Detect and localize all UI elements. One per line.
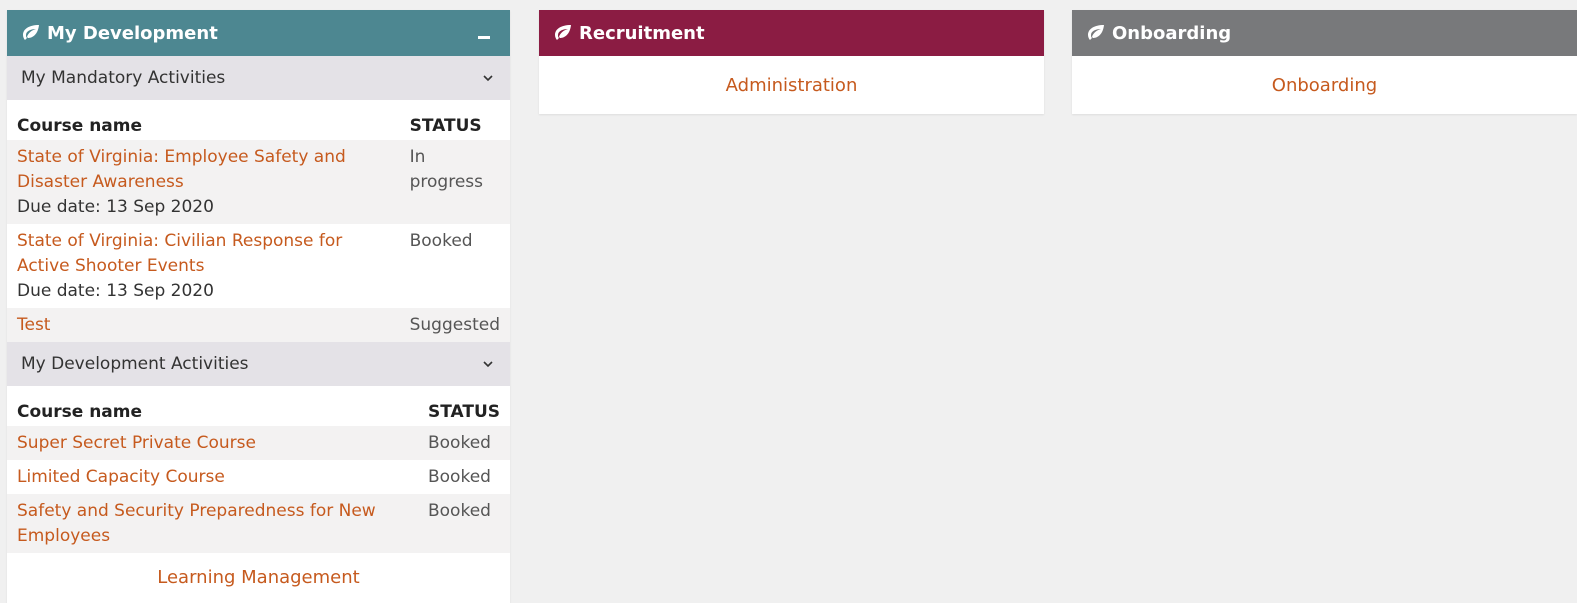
my-development-panel: My Development My Mandatory Activities C… xyxy=(7,10,510,603)
leaf-icon xyxy=(553,23,573,43)
onboarding-panel: Onboarding Onboarding xyxy=(1072,10,1577,114)
onboarding-header: Onboarding xyxy=(1072,10,1577,56)
learning-management-link[interactable]: Learning Management xyxy=(157,567,359,588)
leaf-icon xyxy=(21,23,41,43)
status-value: Booked xyxy=(417,426,510,460)
table-row: Super Secret Private Course Booked xyxy=(7,426,510,460)
onboarding-body: Onboarding xyxy=(1072,56,1577,114)
panel-title: My Development xyxy=(47,22,218,44)
mandatory-activities-toggle[interactable]: My Mandatory Activities xyxy=(7,56,510,100)
table-row: Safety and Security Preparedness for New… xyxy=(7,494,510,553)
status-value: Booked xyxy=(427,467,491,487)
course-link[interactable]: Test xyxy=(17,315,50,335)
panel-title: Onboarding xyxy=(1112,22,1232,44)
due-date: Due date: 13 Sep 2020 xyxy=(17,197,214,217)
learning-management-footer: Learning Management xyxy=(7,553,510,602)
table-header-row: Course name STATUS xyxy=(7,386,510,426)
course-link[interactable]: Safety and Security Preparedness for New… xyxy=(17,501,376,546)
course-link[interactable]: Super Secret Private Course xyxy=(17,433,256,453)
due-date: Due date: 13 Sep 2020 xyxy=(17,281,214,301)
minus-icon xyxy=(478,35,490,39)
status-value: Booked xyxy=(417,494,510,553)
table-header-row: Course name STATUS xyxy=(7,100,510,140)
chevron-down-icon xyxy=(480,356,496,372)
development-activities-toggle[interactable]: My Development Activities xyxy=(7,342,510,386)
section-title: My Mandatory Activities xyxy=(21,68,226,88)
table-row: State of Virginia: Civilian Response for… xyxy=(7,224,510,308)
status-value: Suggested xyxy=(399,308,510,342)
recruitment-header: Recruitment xyxy=(539,10,1044,56)
collapse-button[interactable] xyxy=(472,21,496,45)
column-header-status: STATUS xyxy=(427,402,500,422)
mandatory-activities-table: Course name STATUS State of Virginia: Em… xyxy=(7,100,510,342)
course-link[interactable]: State of Virginia: Employee Safety and D… xyxy=(17,147,346,192)
column-header-course: Course name xyxy=(17,116,143,136)
status-value: Booked xyxy=(409,231,473,251)
course-link[interactable]: State of Virginia: Civilian Response for… xyxy=(17,231,342,276)
development-activities-table: Course name STATUS Super Secret Private … xyxy=(7,386,510,553)
leaf-icon xyxy=(1086,23,1106,43)
table-row: State of Virginia: Employee Safety and D… xyxy=(7,140,510,224)
administration-link[interactable]: Administration xyxy=(726,75,858,96)
chevron-down-icon xyxy=(480,70,496,86)
my-development-header: My Development xyxy=(7,10,510,56)
panel-title: Recruitment xyxy=(579,22,705,44)
recruitment-body: Administration xyxy=(539,56,1044,114)
onboarding-link[interactable]: Onboarding xyxy=(1272,75,1377,96)
column-header-status: STATUS xyxy=(409,116,482,136)
course-link[interactable]: Limited Capacity Course xyxy=(17,467,225,487)
table-row: Limited Capacity Course Booked xyxy=(7,460,510,494)
status-value: In progress xyxy=(399,140,510,224)
column-header-course: Course name xyxy=(17,402,143,422)
recruitment-panel: Recruitment Administration xyxy=(539,10,1044,114)
table-row: Test Suggested xyxy=(7,308,510,342)
section-title: My Development Activities xyxy=(21,354,249,374)
